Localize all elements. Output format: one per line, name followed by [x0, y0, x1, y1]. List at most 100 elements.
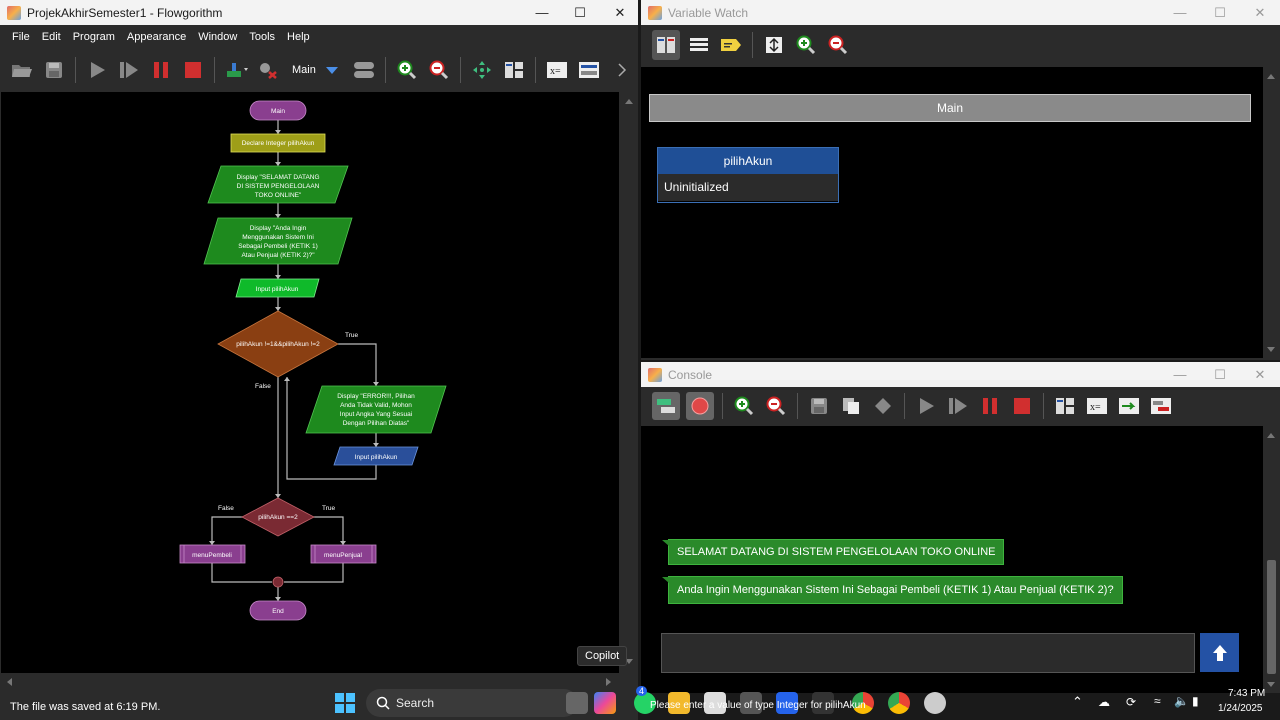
call-block-penjual[interactable]: menuPenjual [310, 544, 377, 564]
wifi-icon[interactable]: ≈ [1154, 694, 1161, 708]
close-button[interactable]: ✕ [1240, 0, 1280, 25]
function-select[interactable]: Main [292, 64, 316, 76]
maximize-button[interactable]: ☐ [560, 0, 600, 25]
flowchart-jump-icon[interactable] [1116, 393, 1142, 419]
vertical-scrollbar[interactable] [620, 92, 638, 673]
expand-icon[interactable] [761, 32, 787, 58]
clock-time[interactable]: 7:43 PM [1228, 688, 1265, 699]
output3-line: Input Angka Yang Sesuai [340, 411, 412, 418]
console-titlebar[interactable]: Console — ☐ ✕ [641, 362, 1280, 387]
zoom-out-icon[interactable] [426, 57, 452, 83]
console-layout-icon[interactable] [1148, 393, 1174, 419]
minimize-button[interactable]: — [1160, 362, 1200, 387]
chevron-down-icon[interactable] [319, 57, 345, 83]
chevron-up-icon[interactable]: ⌃ [1072, 694, 1083, 710]
step-icon[interactable] [116, 57, 142, 83]
menu-program[interactable]: Program [67, 31, 121, 43]
declare-block[interactable]: Declare Integer pilihAkun [230, 133, 326, 153]
maximize-button[interactable]: ☐ [1200, 362, 1240, 387]
call-left-label: menuPembeli [192, 552, 232, 559]
clock-date[interactable]: 1/24/2025 [1218, 703, 1263, 714]
copy-icon[interactable] [838, 393, 864, 419]
task-view-icon[interactable] [566, 692, 588, 714]
eraser-icon[interactable] [870, 393, 896, 419]
minimize-button[interactable]: — [1160, 0, 1200, 25]
open-folder-icon[interactable] [9, 57, 35, 83]
menu-edit[interactable]: Edit [36, 31, 67, 43]
output-block-question[interactable]: Display "Anda Ingin Menggunakan Sistem I… [203, 217, 353, 265]
input-block-retry[interactable]: Input pilihAkun [333, 446, 419, 466]
arrow-up-icon [1212, 644, 1227, 661]
menu-tools[interactable]: Tools [243, 31, 281, 43]
send-button[interactable] [1200, 633, 1239, 672]
console-input-field[interactable] [661, 633, 1195, 673]
record-icon[interactable] [686, 392, 714, 420]
minimize-button[interactable]: — [522, 0, 562, 25]
close-button[interactable]: ✕ [1240, 362, 1280, 387]
taskbar-search-box[interactable]: Search [366, 689, 578, 717]
menu-window[interactable]: Window [192, 31, 243, 43]
pause-icon[interactable] [148, 57, 174, 83]
if-diamond[interactable]: pilihAkun ==2 [241, 497, 315, 537]
toolbar-divider [797, 393, 798, 419]
while-loop-diamond[interactable]: pilihAkun !=1&&pilihAkun !=2 [217, 310, 339, 378]
copilot-icon[interactable] [594, 692, 616, 714]
stop-icon[interactable] [180, 57, 206, 83]
source-code-icon[interactable]: x= [1084, 393, 1110, 419]
svg-text:x=: x= [1090, 402, 1101, 413]
stop-icon[interactable] [1009, 393, 1035, 419]
menubar: File Edit Program Appearance Window Tool… [0, 25, 638, 49]
maximize-button[interactable]: ☐ [1200, 0, 1240, 25]
delete-function-icon[interactable] [255, 57, 281, 83]
chat-view-icon[interactable] [652, 392, 680, 420]
list-view-icon[interactable] [686, 32, 712, 58]
sync-icon[interactable]: ⟳ [1126, 695, 1136, 709]
variable-watch-titlebar[interactable]: Variable Watch — ☐ ✕ [641, 0, 1280, 25]
variable-card[interactable]: pilihAkun Uninitialized [657, 147, 839, 203]
menu-file[interactable]: File [6, 31, 36, 43]
flowgorithm-titlebar[interactable]: ProjekAkhirSemester1 - Flowgorithm — ☐ ✕ [0, 0, 638, 25]
output-block-welcome[interactable]: Display "SELAMAT DATANG DI SISTEM PENGEL… [207, 165, 349, 204]
close-button[interactable]: ✕ [600, 0, 640, 25]
detailed-view-icon[interactable] [652, 30, 680, 60]
console-message: SELAMAT DATANG DI SISTEM PENGELOLAAN TOK… [661, 539, 1005, 565]
run-icon[interactable] [84, 57, 110, 83]
source-code-icon[interactable]: x= [544, 57, 570, 83]
windows-start-icon[interactable] [334, 692, 356, 714]
chrome-icon[interactable] [888, 692, 910, 714]
flowgorithm-app-icon [648, 367, 662, 382]
zoom-in-icon[interactable] [394, 57, 420, 83]
variable-watch-icon[interactable] [1052, 393, 1078, 419]
step-icon[interactable] [945, 393, 971, 419]
volume-icon[interactable]: 🔈 [1174, 694, 1189, 708]
zoom-in-icon[interactable] [731, 393, 757, 419]
cloud-icon[interactable]: ☁ [1098, 695, 1110, 709]
zoom-in-icon[interactable] [793, 32, 819, 58]
call-block-pembeli[interactable]: menuPembeli [179, 544, 246, 564]
console-icon[interactable] [576, 57, 602, 83]
vertical-scrollbar[interactable] [1263, 426, 1280, 693]
end-terminal[interactable]: End [249, 600, 307, 621]
save-icon[interactable] [806, 393, 832, 419]
fit-view-icon[interactable] [469, 57, 495, 83]
zoom-out-icon[interactable] [763, 393, 789, 419]
input-block[interactable]: Input pilihAkun [235, 278, 320, 298]
chevron-right-icon[interactable] [609, 57, 635, 83]
save-icon[interactable] [41, 57, 67, 83]
menu-help[interactable]: Help [281, 31, 316, 43]
flowchart-canvas[interactable]: Main Declare Integer pilihAkun Display "… [1, 92, 619, 673]
run-icon[interactable] [913, 393, 939, 419]
settings-icon[interactable] [924, 692, 946, 714]
add-function-icon[interactable] [223, 57, 249, 83]
pause-icon[interactable] [977, 393, 1003, 419]
layout-toggle-icon[interactable] [351, 57, 377, 83]
start-terminal[interactable]: Main [249, 100, 307, 121]
call-right-label: menuPenjual [324, 552, 362, 559]
vertical-scrollbar[interactable] [1263, 67, 1280, 358]
menu-appearance[interactable]: Appearance [121, 31, 192, 43]
label-icon[interactable] [718, 32, 744, 58]
zoom-out-icon[interactable] [825, 32, 851, 58]
variable-watch-icon[interactable] [501, 57, 527, 83]
battery-icon[interactable]: ▮ [1192, 694, 1199, 708]
output-block-error[interactable]: Display "ERROR!!!, Pilihan Anda Tidak Va… [305, 385, 447, 434]
